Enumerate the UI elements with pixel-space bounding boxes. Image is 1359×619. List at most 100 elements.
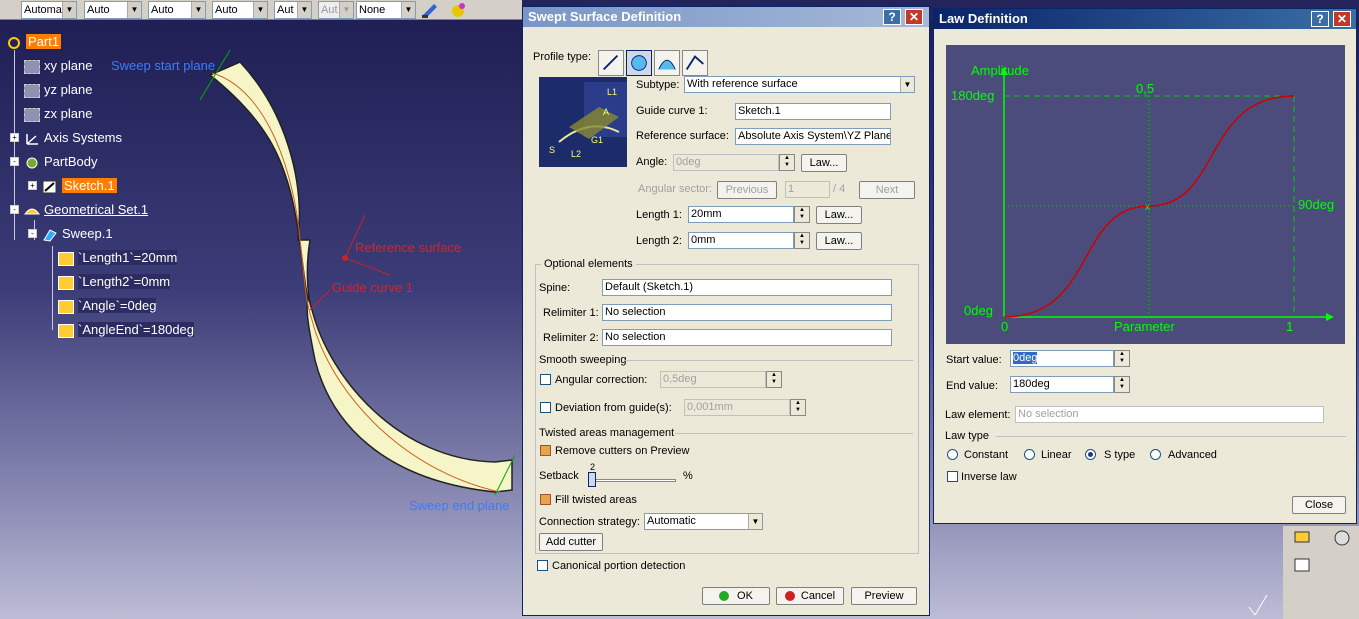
tree-param-length2[interactable]: `Length2`=0mm	[58, 272, 171, 292]
profile-type-line-button[interactable]	[598, 50, 624, 76]
preview-button[interactable]: Preview	[851, 587, 917, 605]
optional-elements-label: Optional elements	[541, 258, 636, 270]
tree-param-angleend[interactable]: `AngleEnd`=180deg	[58, 320, 195, 340]
law-dialog-title: Law Definition	[934, 9, 1356, 29]
profile-type-circle-button[interactable]	[626, 50, 652, 76]
law-type-label: Law type	[945, 430, 990, 442]
length1-label: Length 1:	[636, 209, 682, 221]
guide-curve-field[interactable]: Sketch.1	[735, 103, 891, 120]
law-close-x-button[interactable]: ✕	[1333, 11, 1351, 27]
canonical-portion-label: Canonical portion detection	[552, 560, 686, 572]
setback-unit: %	[683, 470, 693, 482]
sweep-end-label: Sweep end plane	[409, 498, 510, 513]
spine-label: Spine:	[539, 282, 571, 294]
toolbar-combo-3[interactable]: Auto ▼	[148, 1, 206, 19]
toolbar-combo-6: Aut ▼	[318, 1, 354, 19]
swept-help-button[interactable]: ?	[883, 9, 901, 25]
end-value-spinner[interactable]: ▲ ▼	[1114, 376, 1130, 393]
deviation-checkbox[interactable]	[540, 402, 551, 413]
length2-spinner[interactable]: ▲ ▼	[794, 232, 810, 249]
parameter-icon	[58, 299, 74, 314]
law-type-stype-radio[interactable]	[1085, 449, 1096, 460]
compass-axis-icon	[1248, 594, 1268, 616]
next-button: Next	[859, 181, 915, 199]
measure-icon[interactable]	[1293, 528, 1317, 548]
toolbar-combo-2[interactable]: Auto ▼	[84, 1, 142, 19]
canonical-portion-checkbox[interactable]	[537, 560, 548, 571]
inverse-law-checkbox[interactable]	[947, 471, 958, 482]
tree-geometrical-set[interactable]: Geometrical Set.1	[24, 200, 148, 220]
expand-geometrical-set[interactable]: -	[10, 205, 19, 214]
tree-part1[interactable]: Part1	[6, 32, 62, 52]
law-type-stype-label: S type	[1104, 449, 1136, 461]
toolbar-combo-7[interactable]: None ▼	[356, 1, 416, 19]
ok-button[interactable]: OK	[702, 587, 770, 605]
start-value-spinner[interactable]: ▲ ▼	[1114, 350, 1130, 367]
fill-twisted-checkbox[interactable]	[540, 494, 551, 505]
tree-partbody[interactable]: PartBody	[24, 152, 97, 172]
length1-law-button[interactable]: Law...	[816, 206, 862, 224]
plane-icon	[24, 83, 40, 98]
tree-zx-plane[interactable]: zx plane	[24, 104, 92, 124]
law-type-constant-radio[interactable]	[947, 449, 958, 460]
analysis-icon[interactable]	[1330, 528, 1354, 548]
swept-close-button[interactable]: ✕	[905, 9, 923, 25]
graph-y-top-label: 180deg	[951, 88, 994, 103]
setback-slider-track[interactable]	[588, 479, 676, 482]
part-icon	[8, 36, 20, 49]
expand-axis-systems[interactable]: +	[10, 133, 19, 142]
profile-type-explicit-button[interactable]	[682, 50, 708, 76]
deviation-spinner: ▲ ▼	[790, 399, 806, 416]
length2-field[interactable]: 0mm	[688, 232, 794, 249]
law-type-advanced-radio[interactable]	[1150, 449, 1161, 460]
angle-spinner: ▲ ▼	[779, 154, 795, 171]
toolbar-combo-5[interactable]: Aut ▼	[274, 1, 312, 19]
color-palette-icon[interactable]	[448, 1, 468, 19]
spine-field[interactable]: Default (Sketch.1)	[602, 279, 892, 296]
angle-field: 0deg	[673, 154, 779, 171]
tree-axis-systems[interactable]: Axis Systems	[24, 128, 122, 148]
relimiter1-field[interactable]: No selection	[602, 304, 892, 321]
plane-icon	[24, 107, 40, 122]
expand-sketch[interactable]: +	[28, 181, 37, 190]
expand-sweep[interactable]: -	[28, 229, 37, 238]
sweep-surface	[208, 61, 513, 493]
catalog-icon[interactable]	[1293, 555, 1317, 575]
law-help-button[interactable]: ?	[1311, 11, 1329, 27]
cancel-button[interactable]: Cancel	[776, 587, 844, 605]
connection-strategy-select[interactable]: Automatic ▼	[644, 513, 763, 530]
graph-amplitude-label: Amplitude	[971, 63, 1029, 78]
law-close-button[interactable]: Close	[1292, 496, 1346, 514]
sector-total: / 4	[833, 183, 846, 195]
law-element-field[interactable]: No selection	[1015, 406, 1324, 423]
setback-slider-thumb[interactable]	[588, 472, 596, 487]
expand-partbody[interactable]: -	[10, 157, 19, 166]
angle-label: Angle:	[636, 156, 668, 168]
angular-correction-checkbox[interactable]	[540, 374, 551, 385]
length1-field[interactable]: 20mm	[688, 206, 794, 223]
subtype-select[interactable]: With reference surface ▼	[684, 76, 915, 93]
tree-param-angle[interactable]: `Angle`=0deg	[58, 296, 157, 316]
paint-brush-icon[interactable]	[420, 1, 440, 19]
profile-type-conic-button[interactable]	[654, 50, 680, 76]
tree-sketch1[interactable]: Sketch.1	[42, 176, 117, 196]
swept-dialog-title: Swept Surface Definition	[523, 7, 929, 27]
angle-law-button[interactable]: Law...	[801, 154, 847, 172]
toolbar-combo-4[interactable]: Auto ▼	[212, 1, 268, 19]
end-value-field[interactable]: 180deg	[1010, 376, 1114, 393]
tree-xy-plane[interactable]: xy plane	[24, 56, 92, 76]
remove-cutters-checkbox[interactable]	[540, 445, 551, 456]
relimiter2-field[interactable]: No selection	[602, 329, 892, 346]
tree-param-length1[interactable]: `Length1`=20mm	[58, 248, 178, 268]
tree-sweep1[interactable]: Sweep.1	[42, 224, 113, 244]
length1-spinner[interactable]: ▲ ▼	[794, 206, 810, 223]
length2-law-button[interactable]: Law...	[816, 232, 862, 250]
tree-yz-plane[interactable]: yz plane	[24, 80, 92, 100]
start-value-field[interactable]: 0deg	[1010, 350, 1114, 367]
reference-surface-field[interactable]: Absolute Axis System\YZ Plane	[735, 128, 891, 145]
add-cutter-button[interactable]: Add cutter	[539, 533, 603, 551]
sweep-diagram-image: L1 A S L2 G1	[539, 77, 627, 167]
law-type-linear-radio[interactable]	[1024, 449, 1035, 460]
toolbar-combo-1[interactable]: Automa ▼	[21, 1, 77, 19]
relimiter2-label: Relimiter 2:	[543, 332, 599, 344]
